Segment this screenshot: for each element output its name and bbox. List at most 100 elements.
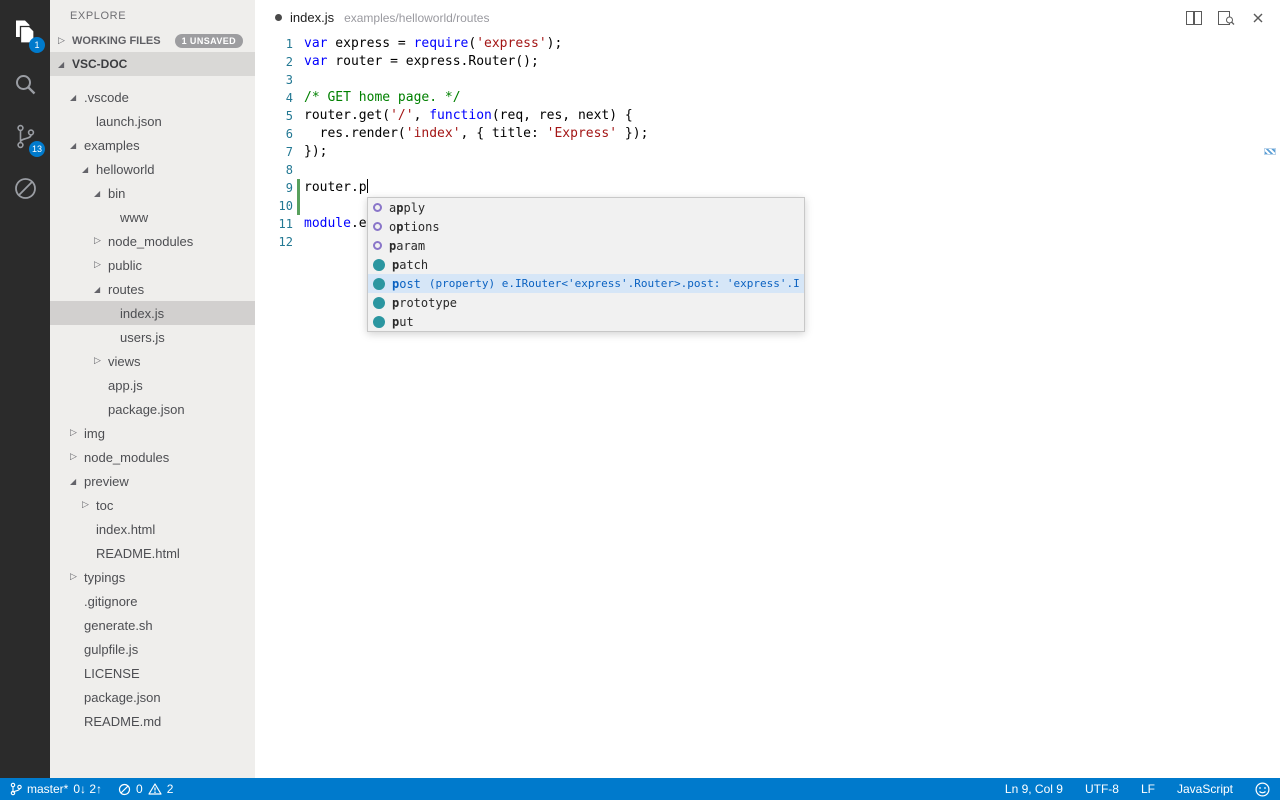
tree-item-.vscode[interactable]: .vscode [50,85,255,109]
tree-item-launch.json[interactable]: launch.json [50,109,255,133]
activity-debug-button[interactable] [0,162,50,214]
tree-item-gulpfile.js[interactable]: gulpfile.js [50,637,255,661]
tree-item-label: examples [84,138,140,153]
tree-item-preview[interactable]: preview [50,469,255,493]
tree-item-label: index.js [120,306,164,321]
tree-item-www[interactable]: www [50,205,255,229]
tree-item-label: preview [84,474,129,489]
editor-filename: index.js [290,10,334,25]
working-files-header[interactable]: WORKING FILES 1 UNSAVED [50,30,255,52]
tree-item-label: index.html [96,522,155,537]
twistie-collapsed-icon [70,452,84,462]
tree-item-label: users.js [120,330,165,345]
tree-item-label: bin [108,186,125,201]
tree-item-LICENSE[interactable]: LICENSE [50,661,255,685]
code-line-3[interactable]: 3 [255,71,1280,89]
code-line-9[interactable]: 9router.p [255,179,1280,197]
editor-actions [1184,9,1268,27]
tree-item-.gitignore[interactable]: .gitignore [50,589,255,613]
tree-item-public[interactable]: public [50,253,255,277]
tree-item-label: helloworld [96,162,155,177]
text-cursor [367,179,369,193]
tree-item-index.html[interactable]: index.html [50,517,255,541]
tree-item-img[interactable]: img [50,421,255,445]
tree-item-label: package.json [108,402,185,417]
git-added-indicator [293,179,304,197]
git-gutter [293,35,304,53]
suggestion-item-param[interactable]: param [368,236,804,255]
feedback-smiley-icon[interactable] [1255,782,1270,797]
code-line-1[interactable]: 1var express = require('express'); [255,35,1280,53]
line-number: 4 [255,89,293,107]
suggestion-item-patch[interactable]: patch [368,255,804,274]
overview-ruler-warning-mark [1264,148,1276,155]
suggestion-detail: (property) e.IRouter<'express'.Router>.p… [429,277,799,290]
property-icon [373,316,385,328]
code-line-6[interactable]: 6 res.render('index', { title: 'Express'… [255,125,1280,143]
code-line-7[interactable]: 7}); [255,143,1280,161]
suggestion-item-post[interactable]: post(property) e.IRouter<'express'.Route… [368,274,804,293]
tree-item-helloworld[interactable]: helloworld [50,157,255,181]
close-glyph [1252,12,1264,24]
tree-item-generate.sh[interactable]: generate.sh [50,613,255,637]
activity-git-button[interactable]: 13 [0,110,50,162]
tree-item-label: www [120,210,148,225]
eol-indicator[interactable]: LF [1141,782,1155,796]
close-editor-icon[interactable] [1248,9,1268,27]
git-gutter [293,71,304,89]
tree-item-node_modules[interactable]: node_modules [50,445,255,469]
cursor-position[interactable]: Ln 9, Col 9 [1005,782,1063,796]
suggestion-item-options[interactable]: options [368,217,804,236]
tree-item-README.md[interactable]: README.md [50,709,255,733]
line-number: 6 [255,125,293,143]
problems-status[interactable]: 0 2 [118,782,173,796]
code-line-5[interactable]: 5router.get('/', function(req, res, next… [255,107,1280,125]
language-mode[interactable]: JavaScript [1177,782,1233,796]
encoding-indicator[interactable]: UTF-8 [1085,782,1119,796]
suggestion-item-prototype[interactable]: prototype [368,293,804,312]
tree-item-examples[interactable]: examples [50,133,255,157]
tree-item-routes[interactable]: routes [50,277,255,301]
editor-title-bar: index.js examples/helloworld/routes [255,0,1280,35]
suggestion-item-apply[interactable]: apply [368,198,804,217]
git-gutter [293,161,304,179]
vscode-window: 1 13 EXPLORE [0,0,1280,778]
smiley-glyph [1255,782,1270,797]
dirty-indicator-icon [275,14,282,21]
twistie-expanded-icon [82,165,96,174]
twistie-collapsed-icon [70,428,84,438]
git-branch-status[interactable]: master* 0↓ 2↑ [10,782,102,796]
suggestion-item-put[interactable]: put [368,312,804,331]
twistie-expanded-icon [70,141,84,150]
method-icon [373,241,382,250]
tree-item-package.json[interactable]: package.json [50,397,255,421]
code-line-4[interactable]: 4/* GET home page. */ [255,89,1280,107]
activity-search-button[interactable] [0,58,50,110]
code-line-8[interactable]: 8 [255,161,1280,179]
tree-item-bin[interactable]: bin [50,181,255,205]
split-editor-icon[interactable] [1184,9,1204,27]
activity-explorer-button[interactable]: 1 [0,6,50,58]
twistie-expanded-icon [70,477,84,486]
code-line-2[interactable]: 2var router = express.Router(); [255,53,1280,71]
open-preview-icon[interactable] [1216,9,1236,27]
project-section-header[interactable]: VSC-DOC [50,52,255,76]
editor-file-path: examples/helloworld/routes [344,11,489,25]
tree-item-README.html[interactable]: README.html [50,541,255,565]
tree-item-app.js[interactable]: app.js [50,373,255,397]
tree-item-package.json[interactable]: package.json [50,685,255,709]
tree-item-users.js[interactable]: users.js [50,325,255,349]
line-number: 2 [255,53,293,71]
tree-item-toc[interactable]: toc [50,493,255,517]
tree-item-label: img [84,426,105,441]
tree-item-node_modules[interactable]: node_modules [50,229,255,253]
tree-item-views[interactable]: views [50,349,255,373]
git-gutter [293,215,304,233]
tree-item-index.js[interactable]: index.js [50,301,255,325]
status-bar: master* 0↓ 2↑ 0 2 Ln 9, Col 9 UTF-8 LF J… [0,778,1280,800]
warning-count: 2 [167,782,174,796]
tree-item-typings[interactable]: typings [50,565,255,589]
tree-item-label: .gitignore [84,594,137,609]
tree-item-label: public [108,258,142,273]
property-icon [373,259,385,271]
